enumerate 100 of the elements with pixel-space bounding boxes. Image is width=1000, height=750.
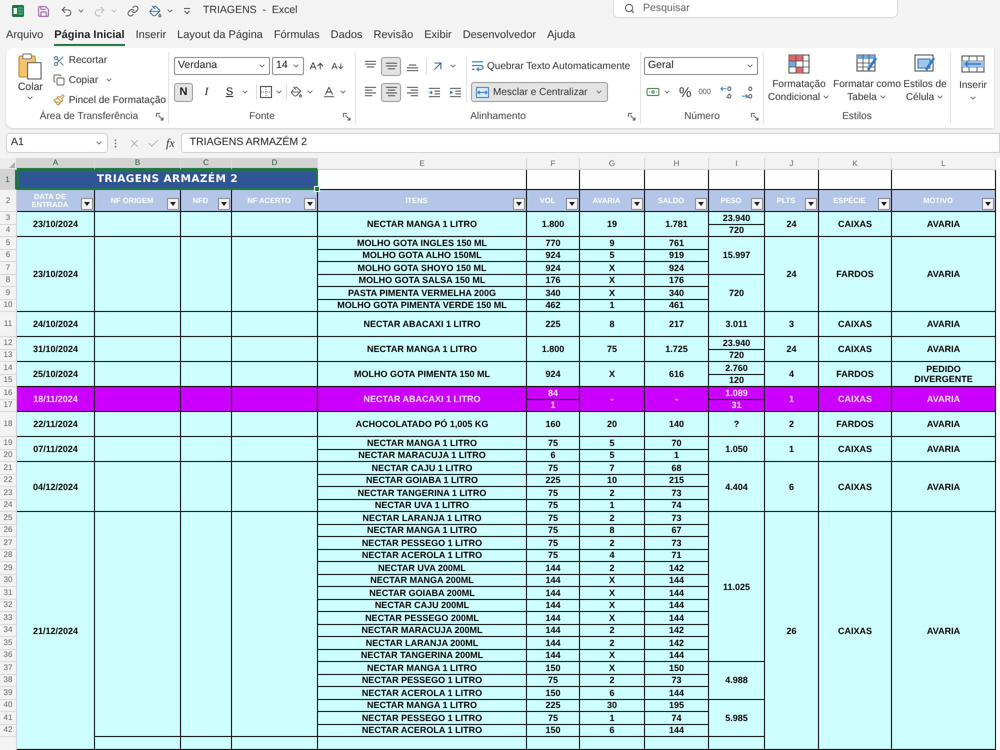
column-header[interactable]: J (765, 158, 819, 170)
paint-bucket-icon[interactable] (149, 4, 162, 18)
ribbon-tab[interactable]: Layout da Página (177, 27, 263, 46)
dialog-launcher-icon[interactable] (343, 113, 351, 121)
row-number[interactable]: 28 (0, 550, 17, 562)
filter-button[interactable] (982, 198, 994, 210)
row-number[interactable]: 11 (0, 312, 17, 337)
ribbon-tab[interactable]: Dados (330, 27, 362, 46)
save-icon[interactable] (37, 4, 50, 18)
font-style-button[interactable]: S (220, 82, 239, 102)
row-number[interactable]: 10 (0, 300, 17, 312)
link-icon[interactable] (127, 5, 139, 17)
alignment-button[interactable] (381, 82, 401, 102)
caret-icon[interactable] (95, 139, 103, 147)
ribbon-tab[interactable]: Ajuda (547, 27, 576, 46)
row-number[interactable]: 9 (0, 287, 17, 300)
filter-button[interactable] (513, 198, 525, 210)
caret-icon[interactable] (258, 62, 266, 70)
name-box[interactable]: A1 (6, 133, 108, 153)
number-format-field[interactable]: Geral (644, 57, 758, 75)
caret-icon[interactable] (663, 88, 671, 96)
row-number[interactable]: 26 (0, 524, 17, 537)
caret-icon[interactable] (449, 62, 457, 70)
caret-icon[interactable] (306, 88, 314, 96)
row-number[interactable]: 29 (0, 562, 17, 574)
row-number[interactable]: 18 (0, 412, 17, 437)
filter-button[interactable] (695, 198, 707, 210)
ribbon-tab[interactable]: Revisão (373, 27, 414, 46)
filter-button[interactable] (218, 198, 230, 210)
row-number[interactable]: 13 (0, 350, 17, 362)
caret-icon[interactable] (292, 62, 300, 70)
decrease-decimal-icon[interactable] (740, 86, 754, 98)
caret-icon[interactable] (878, 93, 887, 102)
customize-menu-icon[interactable] (183, 7, 191, 15)
caret-icon[interactable] (275, 88, 283, 96)
filter-button[interactable] (81, 198, 93, 210)
column-header[interactable]: D (232, 158, 318, 170)
styles-button[interactable]: Estilos de Célula (902, 54, 948, 104)
ribbon-tab[interactable]: Arquivo (6, 27, 44, 46)
column-header[interactable]: H (645, 158, 709, 170)
row-number[interactable]: 1 (0, 170, 17, 190)
insert-function-button[interactable]: fx (166, 134, 175, 152)
caret-icon[interactable] (822, 93, 830, 102)
filter-button[interactable] (304, 198, 316, 210)
font-color-icon[interactable] (322, 85, 336, 99)
caret-icon[interactable] (26, 94, 34, 102)
row-number[interactable]: 7 (0, 262, 17, 274)
cut-button[interactable]: Recortar (52, 51, 166, 70)
styles-button[interactable]: Formatação Condicional (766, 54, 832, 104)
caret-icon[interactable] (595, 88, 604, 96)
caret-icon[interactable] (746, 62, 754, 70)
column-header[interactable]: C (181, 158, 232, 170)
font-style-button[interactable]: I (197, 82, 216, 102)
row-number[interactable]: 36 (0, 650, 17, 662)
paint-bucket-icon[interactable] (290, 86, 303, 98)
row-number[interactable]: 8 (0, 274, 17, 287)
row-number[interactable]: 15 (0, 374, 17, 387)
font-style-button[interactable]: N (174, 82, 193, 102)
caret-icon[interactable] (339, 88, 347, 96)
formula-field[interactable]: TRIAGENS ARMAZÉM 2 (180, 133, 1000, 153)
caret-icon[interactable] (968, 94, 977, 102)
filter-button[interactable] (878, 198, 890, 210)
row-number[interactable]: 42 (0, 724, 17, 737)
row-number[interactable]: 25 (0, 512, 17, 524)
undo-icon[interactable] (60, 4, 73, 18)
column-header[interactable]: K (819, 158, 892, 170)
row-number[interactable]: 3 (0, 212, 17, 224)
row-number[interactable]: 30 (0, 574, 17, 587)
search-field[interactable]: Pesquisar (613, 0, 898, 18)
row-number[interactable]: 2 (0, 190, 17, 212)
column-header[interactable]: A (17, 158, 95, 170)
row-number[interactable]: 22 (0, 474, 17, 487)
column-header[interactable]: I (709, 158, 765, 170)
column-header[interactable]: G (580, 158, 645, 170)
column-header[interactable]: B (95, 158, 181, 170)
styles-button[interactable]: Formatar como Tabela (832, 54, 902, 104)
alignment-button[interactable] (381, 56, 401, 76)
indent-decrease-icon[interactable] (428, 86, 441, 98)
fill-handle[interactable] (314, 186, 320, 192)
row-number[interactable]: 32 (0, 600, 17, 612)
caret-icon[interactable] (241, 88, 249, 96)
ribbon-tab[interactable]: Página Inicial (54, 27, 125, 46)
row-number[interactable]: 23 (0, 487, 17, 500)
caret-icon[interactable] (166, 7, 174, 15)
row-number[interactable]: 24 (0, 500, 17, 512)
dialog-launcher-icon[interactable] (751, 113, 759, 121)
column-header[interactable]: E (318, 158, 527, 170)
row-number[interactable]: 16 (0, 387, 17, 400)
row-number[interactable]: 38 (0, 674, 17, 687)
row-number[interactable]: 14 (0, 362, 17, 374)
column-header[interactable]: L (892, 158, 996, 170)
percent-button[interactable]: % (679, 85, 692, 99)
ribbon-tab[interactable]: Desenvolvedor (462, 27, 536, 46)
filter-button[interactable] (631, 198, 643, 210)
insert-button[interactable]: Inserir (959, 55, 987, 102)
row-number[interactable]: 5 (0, 237, 17, 250)
dialog-launcher-icon[interactable] (628, 113, 636, 121)
copy-button[interactable]: Copiar (52, 72, 98, 88)
row-number[interactable]: 27 (0, 537, 17, 550)
indent-increase-icon[interactable] (449, 86, 462, 98)
